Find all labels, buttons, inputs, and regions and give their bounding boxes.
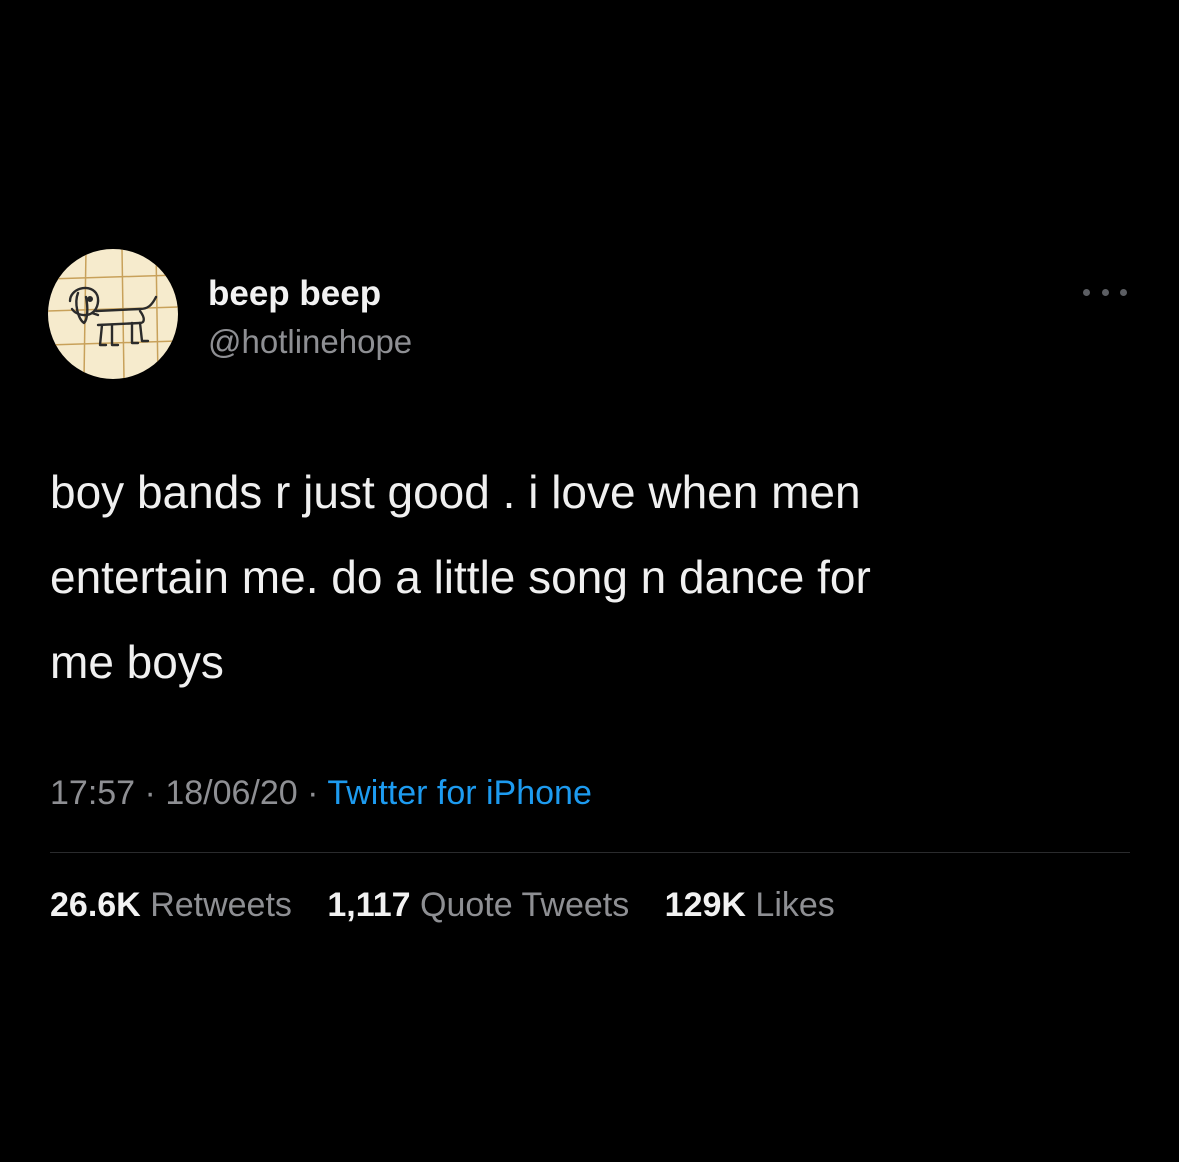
- quote-tweets-stat[interactable]: 1,117 Quote Tweets: [327, 882, 629, 928]
- meta-separator: ·: [144, 774, 156, 812]
- tweet-time[interactable]: 17:57: [50, 774, 135, 812]
- retweets-stat[interactable]: 26.6K Retweets: [50, 882, 292, 928]
- tweet-meta: 17:57 · 18/06/20 · Twitter for iPhone: [50, 770, 592, 816]
- more-dot: [1083, 288, 1090, 296]
- divider: [50, 852, 1130, 853]
- user-handle[interactable]: @hotlinehope: [208, 320, 412, 364]
- more-dots-icon[interactable]: [1080, 280, 1130, 304]
- retweets-label: Retweets: [150, 886, 292, 924]
- more-dot: [1101, 288, 1109, 296]
- display-name[interactable]: beep beep: [208, 272, 381, 316]
- tweet-source-link[interactable]: Twitter for iPhone: [327, 774, 592, 812]
- tweet-text: boy bands r just good . i love when men …: [50, 466, 871, 688]
- dog-drawing-icon: [48, 249, 178, 379]
- avatar[interactable]: [48, 249, 178, 379]
- meta-separator: ·: [307, 774, 319, 812]
- likes-label: Likes: [755, 886, 835, 924]
- tweet-stats: 26.6K Retweets 1,117 Quote Tweets 129K L…: [50, 882, 861, 928]
- retweets-count: 26.6K: [50, 886, 141, 924]
- likes-count: 129K: [664, 886, 746, 924]
- quote-tweets-count: 1,117: [327, 886, 411, 924]
- quote-tweets-label: Quote Tweets: [420, 886, 630, 924]
- tweet-date[interactable]: 18/06/20: [165, 774, 297, 812]
- likes-stat[interactable]: 129K Likes: [665, 882, 835, 928]
- tweet-card: beep beep @hotlinehope boy bands r just …: [0, 0, 1179, 1162]
- more-dot: [1120, 288, 1127, 296]
